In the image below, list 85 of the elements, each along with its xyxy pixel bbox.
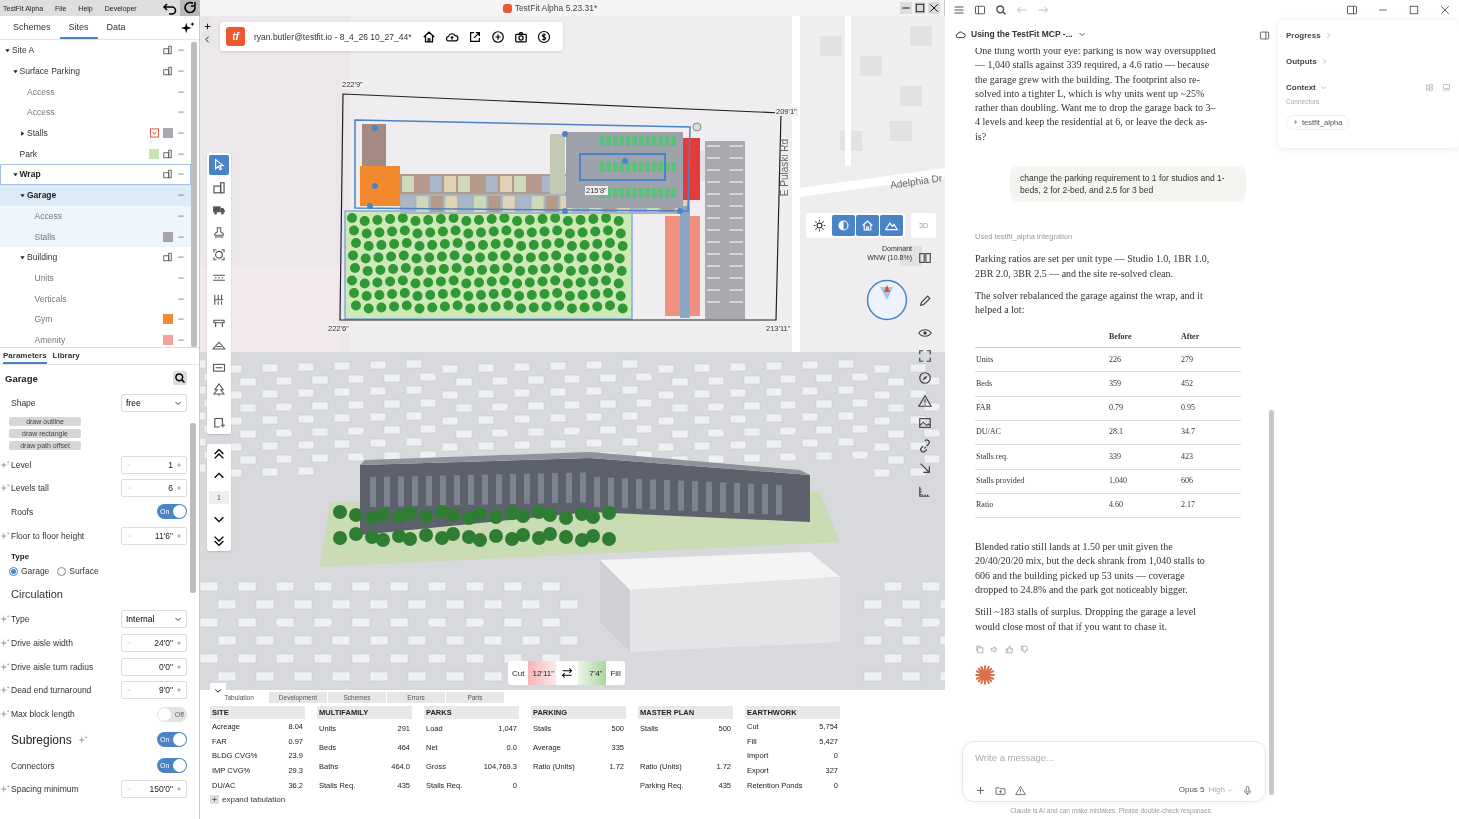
tree-item[interactable]: Building — [0, 246, 191, 268]
section-heading: Subregions — [11, 732, 72, 747]
window-title: TestFit Alpha 5.23.31* — [514, 3, 598, 13]
field-label: Drive aisle width — [11, 637, 73, 648]
tree-item[interactable]: Access — [0, 205, 191, 227]
dropdown[interactable]: Internal — [121, 610, 187, 629]
message-paragraph: The solver rebalanced the garage against the wrap, and it helped a lot: — [975, 288, 1204, 318]
field-label: Levels tall — [11, 483, 49, 494]
table-cell: 606 — [1180, 469, 1241, 494]
cut-value: 12'11" — [528, 661, 557, 685]
app-logo: tf — [226, 27, 245, 46]
model-selector[interactable]: Opus 5 High — [1178, 785, 1233, 794]
field-label: Max block length — [11, 709, 75, 720]
column-header: Before — [1108, 327, 1180, 348]
side-section-toggle[interactable]: Progress — [1286, 28, 1332, 42]
conversation-title[interactable]: Using the TestFit MCP -... — [971, 29, 1086, 39]
table-cell: Units — [975, 347, 1108, 372]
column-header: After — [1180, 327, 1241, 348]
message-paragraph: Parking ratios are set per unit type — Studio 1.0, 1BR 1.0, 2BR 2.0, 3BR 2.5 — and the site re-solved clean. — [975, 252, 1211, 281]
table-cell: 279 — [1180, 347, 1241, 372]
panel-title: Garage — [5, 372, 38, 384]
number-stepper[interactable]: 0'0" — [121, 657, 187, 676]
street-label: Adelphia Dr — [888, 172, 944, 191]
fill-value: 7'4" — [578, 661, 607, 685]
tree-item[interactable]: Stalls — [0, 122, 191, 144]
tree-item[interactable]: Units — [0, 267, 191, 289]
table-cell: Stalls req. — [975, 444, 1108, 470]
radio-option[interactable]: Garage — [9, 566, 50, 577]
table-cell: 4.60 — [1108, 493, 1180, 518]
table-cell: 0.79 — [1108, 396, 1180, 421]
tree-item[interactable]: Access — [0, 81, 191, 103]
table-cell: Beds — [975, 371, 1108, 397]
message-paragraph: Still ~183 stalls of surplus. Dropping the garage a level would close most of that if you want to chase it. — [975, 605, 1197, 634]
field-label: Dead end turnaround — [11, 685, 92, 696]
table-cell: Stalls provided — [975, 469, 1108, 494]
table-cell: 1,040 — [1108, 469, 1180, 494]
panel-tab[interactable]: Schemes — [4, 16, 60, 39]
field-label: Floor to floor height — [11, 530, 85, 541]
table-cell: 452 — [1180, 371, 1241, 397]
tree-item[interactable]: Amenity — [0, 329, 191, 347]
expand-link[interactable]: expand tabulation — [210, 795, 286, 804]
section-heading: Circulation — [11, 588, 63, 601]
side-section-toggle[interactable]: Context — [1286, 80, 1327, 94]
street-label: E Pulaski Rd — [779, 137, 791, 198]
field-label: Level — [11, 459, 32, 470]
table-cell: 28.1 — [1108, 420, 1180, 445]
field-label: Spacing minimum — [11, 784, 79, 795]
table-cell: 0.95 — [1180, 396, 1241, 421]
file-name: ryan.butler@testfit.io - 8_4_26 10_27_44* — [254, 31, 412, 42]
table-cell: FAR — [975, 396, 1108, 421]
table-cell: 423 — [1180, 444, 1241, 470]
radio-option[interactable]: Surface — [57, 566, 99, 577]
field-label: Roofs — [11, 506, 34, 517]
tree-item[interactable]: Wrap — [0, 164, 191, 185]
panel-tab[interactable]: Sites — [59, 16, 98, 39]
tree-item[interactable]: Verticals — [0, 288, 191, 309]
field-label: Type — [11, 614, 30, 625]
tree-item[interactable]: Garage — [0, 184, 191, 206]
tree-item[interactable]: Site A — [0, 40, 191, 61]
tree-item[interactable]: Access — [0, 102, 191, 123]
tree-item[interactable]: Surface Parking — [0, 60, 191, 82]
field-label: Connectors — [11, 760, 55, 771]
panel-tab[interactable]: Parameters — [3, 348, 47, 364]
table-cell: 34.7 — [1180, 420, 1241, 445]
dropdown[interactable]: free — [121, 393, 187, 412]
tree-item[interactable]: Gym — [0, 308, 191, 330]
table-cell: 226 — [1108, 347, 1180, 372]
user-message: change the parking requirement to 1 for studios and 1-beds, 2 for 2-bed, and 2.5 for 3 bed — [1010, 166, 1246, 203]
table-cell: Ratio — [975, 493, 1108, 518]
table-cell: 2.17 — [1180, 493, 1241, 518]
message-input[interactable]: Write a message... — [975, 750, 1253, 765]
side-section-toggle[interactable]: Outputs — [1286, 54, 1328, 68]
table-cell: DU/AC — [975, 420, 1108, 445]
tree-item[interactable]: Park — [0, 143, 191, 165]
fill-label: Fill — [610, 668, 621, 678]
field-label: Shape — [11, 397, 36, 408]
field-label: Drive aisle turn radius — [11, 661, 94, 672]
table-cell: 339 — [1108, 444, 1180, 470]
panel-tab[interactable]: Data — [97, 16, 135, 39]
table-cell: 359 — [1108, 371, 1180, 397]
tree-item[interactable]: Stalls — [0, 226, 191, 247]
cut-label: Cut — [512, 668, 525, 678]
message-paragraph: Blended ratio still lands at 1.50 per unit given the 20/40/20/20 mix, but the deck shrank from 1,040 stalls to 606 and the building picked up 53 units — coverage dropped to 24.8% and the park got noticeably bigger. — [975, 540, 1206, 598]
field-label: Type — [10, 551, 31, 562]
panel-tab[interactable]: Library — [52, 348, 80, 364]
